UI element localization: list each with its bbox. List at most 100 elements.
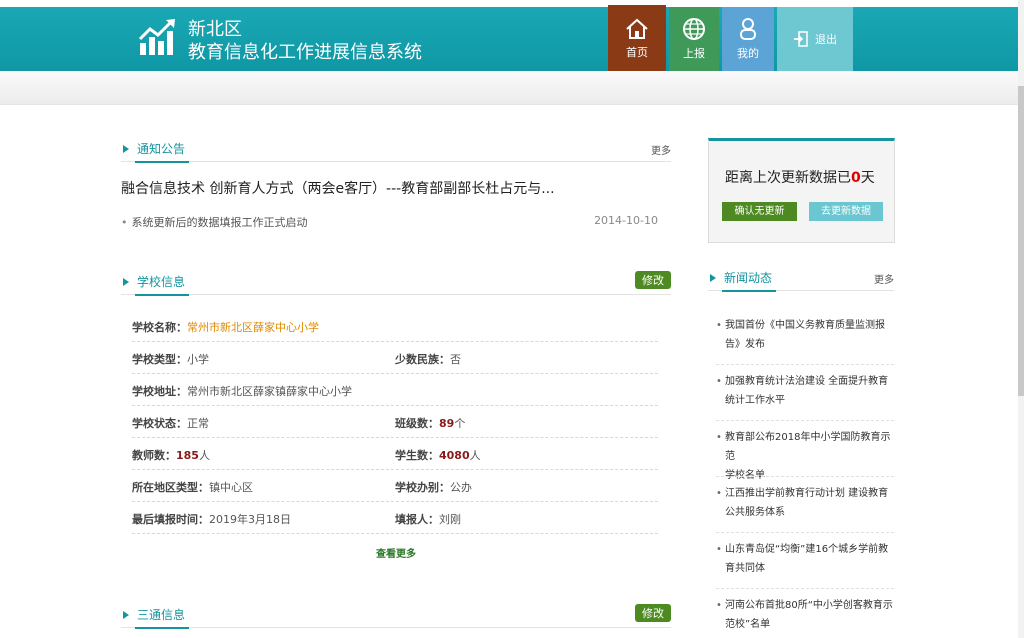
- nav-home[interactable]: 首页: [608, 5, 666, 79]
- divider: [716, 476, 894, 477]
- news-item-line2: 告》发布: [725, 339, 765, 350]
- info-value: 4080: [439, 449, 470, 462]
- info-key: 班级数：: [395, 417, 439, 430]
- bullet-icon: •: [716, 376, 722, 387]
- info-value: 常州市新北区薛家中心小学: [187, 321, 319, 334]
- school-info-edit-button[interactable]: 修改: [635, 271, 671, 289]
- info-value: 185: [176, 449, 199, 462]
- news-title: 新闻动态: [722, 269, 777, 292]
- divider: [716, 364, 894, 365]
- info-row: 学校状态：正常 班级数：89个: [132, 406, 658, 438]
- school-info-title: 学校信息: [135, 273, 190, 296]
- nav-exit-label: 退出: [815, 33, 837, 46]
- home-icon: [626, 18, 648, 39]
- info-cell-ownership: 学校办别：公办: [395, 479, 472, 495]
- divider: [716, 532, 894, 533]
- scrollbar-thumb[interactable]: [1018, 86, 1024, 396]
- globe-icon: [683, 18, 705, 40]
- news-item-line1: 加强教育统计法治建设 全面提升教育: [725, 376, 889, 387]
- update-text-after: 天: [860, 170, 875, 186]
- santong-section-header: 三通信息 修改: [121, 604, 671, 629]
- page: 新北区 教育信息化工作进展信息系统 首页 上报 我的 退出 通知公告 更多 融合…: [0, 0, 1024, 638]
- bullet-icon: •: [716, 488, 722, 499]
- info-row: 所在地区类型：镇中心区 学校办别：公办: [132, 470, 658, 502]
- info-value: 否: [450, 353, 461, 366]
- news-list-item[interactable]: • 我国首份《中国义务教育质量监测报 告》发布: [716, 316, 894, 354]
- notice-headline-link[interactable]: 融合信息技术 创新育人方式（两会e客厅）---教育部副部长杜占元与...: [121, 178, 555, 198]
- news-list-item[interactable]: • 加强教育统计法治建设 全面提升教育 统计工作水平: [716, 372, 894, 410]
- info-key: 最后填报时间：: [132, 513, 209, 526]
- header-bar: 新北区 教育信息化工作进展信息系统 首页 上报 我的 退出: [0, 5, 1024, 79]
- notice-list-item[interactable]: • 系统更新后的数据填报工作正式启动 2014-10-10: [121, 214, 658, 230]
- info-key: 学生数：: [395, 449, 439, 462]
- news-more-link[interactable]: 更多: [874, 271, 894, 286]
- info-key: 学校名称：: [132, 321, 187, 334]
- info-cell-status: 学校状态：正常: [132, 415, 209, 431]
- news-item-line2: 统计工作水平: [725, 395, 785, 406]
- info-cell-class-count: 班级数：89个: [395, 415, 465, 431]
- confirm-no-update-button[interactable]: 确认无更新: [722, 202, 797, 221]
- divider: [716, 420, 894, 421]
- bullet-icon: •: [716, 320, 722, 331]
- info-key: 教师数：: [132, 449, 176, 462]
- info-unit: 人: [198, 449, 210, 462]
- vertical-scrollbar[interactable]: [1018, 0, 1024, 638]
- info-key: 填报人：: [395, 513, 439, 526]
- info-cell-school-name: 学校名称：常州市新北区薛家中心小学: [132, 319, 319, 335]
- info-key: 学校状态：: [132, 417, 187, 430]
- notice-item-text: 系统更新后的数据填报工作正式启动: [131, 216, 308, 229]
- user-icon: [740, 18, 756, 40]
- info-value: 刘刚: [439, 513, 461, 526]
- news-item-line2: 公共服务体系: [725, 507, 785, 518]
- news-item-line1: 河南公布首批80所“中小学创客教育示: [725, 600, 893, 611]
- update-reminder-panel: 距离上次更新数据已0天 确认无更新 去更新数据: [708, 138, 895, 243]
- info-cell-student-count: 学生数：4080人: [395, 447, 481, 463]
- news-section-header: 新闻动态 更多: [708, 269, 894, 292]
- news-list-item[interactable]: • 山东青岛促“均衡”建16个城乡学前教 育共同体: [716, 540, 894, 578]
- santong-edit-button[interactable]: 修改: [635, 604, 671, 622]
- info-value: 小学: [187, 353, 209, 366]
- update-text-before: 距离上次更新数据已: [725, 170, 851, 186]
- news-item-line2: 育共同体: [725, 563, 765, 574]
- school-info-section-header: 学校信息 修改: [121, 271, 671, 296]
- info-unit: 个: [454, 417, 466, 430]
- bullet-icon: •: [716, 544, 722, 555]
- info-unit: 人: [469, 449, 481, 462]
- nav-home-label: 首页: [626, 46, 648, 59]
- info-key: 少数民族：: [395, 353, 450, 366]
- info-value: 正常: [187, 417, 209, 430]
- info-cell-teacher-count: 教师数：185人: [132, 447, 210, 463]
- info-key: 所在地区类型：: [132, 481, 209, 494]
- notices-title: 通知公告: [135, 140, 190, 163]
- info-row: 学校地址：常州市新北区薛家镇薛家中心小学: [132, 374, 658, 406]
- exit-icon: [794, 31, 808, 47]
- info-value: 89: [439, 417, 455, 430]
- sub-toolbar: [0, 71, 1024, 105]
- info-value: 常州市新北区薛家镇薛家中心小学: [187, 385, 352, 398]
- view-more-link[interactable]: 查看更多: [376, 545, 416, 560]
- section-arrow-icon: [123, 611, 129, 619]
- days-since-update: 0: [851, 170, 861, 186]
- info-value: 镇中心区: [209, 481, 253, 494]
- news-list-item[interactable]: • 河南公布首批80所“中小学创客教育示 范校”名单: [716, 596, 894, 634]
- notice-item-date: 2014-10-10: [594, 214, 658, 227]
- news-item-line1: 我国首份《中国义务教育质量监测报: [725, 320, 885, 331]
- bullet-icon: •: [716, 600, 722, 611]
- info-value: 公办: [450, 481, 472, 494]
- notices-more-link[interactable]: 更多: [651, 142, 671, 157]
- info-key: 学校类型：: [132, 353, 187, 366]
- info-cell-reporter: 填报人：刘刚: [395, 511, 461, 527]
- news-item-line2: 范校”名单: [725, 619, 771, 630]
- info-row: 学校名称：常州市新北区薛家中心小学: [132, 310, 658, 342]
- nav-report[interactable]: 上报: [669, 7, 719, 71]
- system-title: 教育信息化工作进展信息系统: [188, 42, 422, 63]
- news-list-item[interactable]: • 江西推出学前教育行动计划 建设教育 公共服务体系: [716, 484, 894, 522]
- nav-exit[interactable]: 退出: [777, 7, 853, 71]
- section-arrow-icon: [123, 278, 129, 286]
- bullet-icon: •: [716, 432, 722, 443]
- divider: [716, 588, 894, 589]
- go-update-button[interactable]: 去更新数据: [809, 202, 883, 221]
- santong-title: 三通信息: [135, 606, 190, 629]
- nav-mine[interactable]: 我的: [722, 7, 774, 71]
- news-item-line1: 教育部公布2018年中小学国防教育示范: [725, 432, 891, 462]
